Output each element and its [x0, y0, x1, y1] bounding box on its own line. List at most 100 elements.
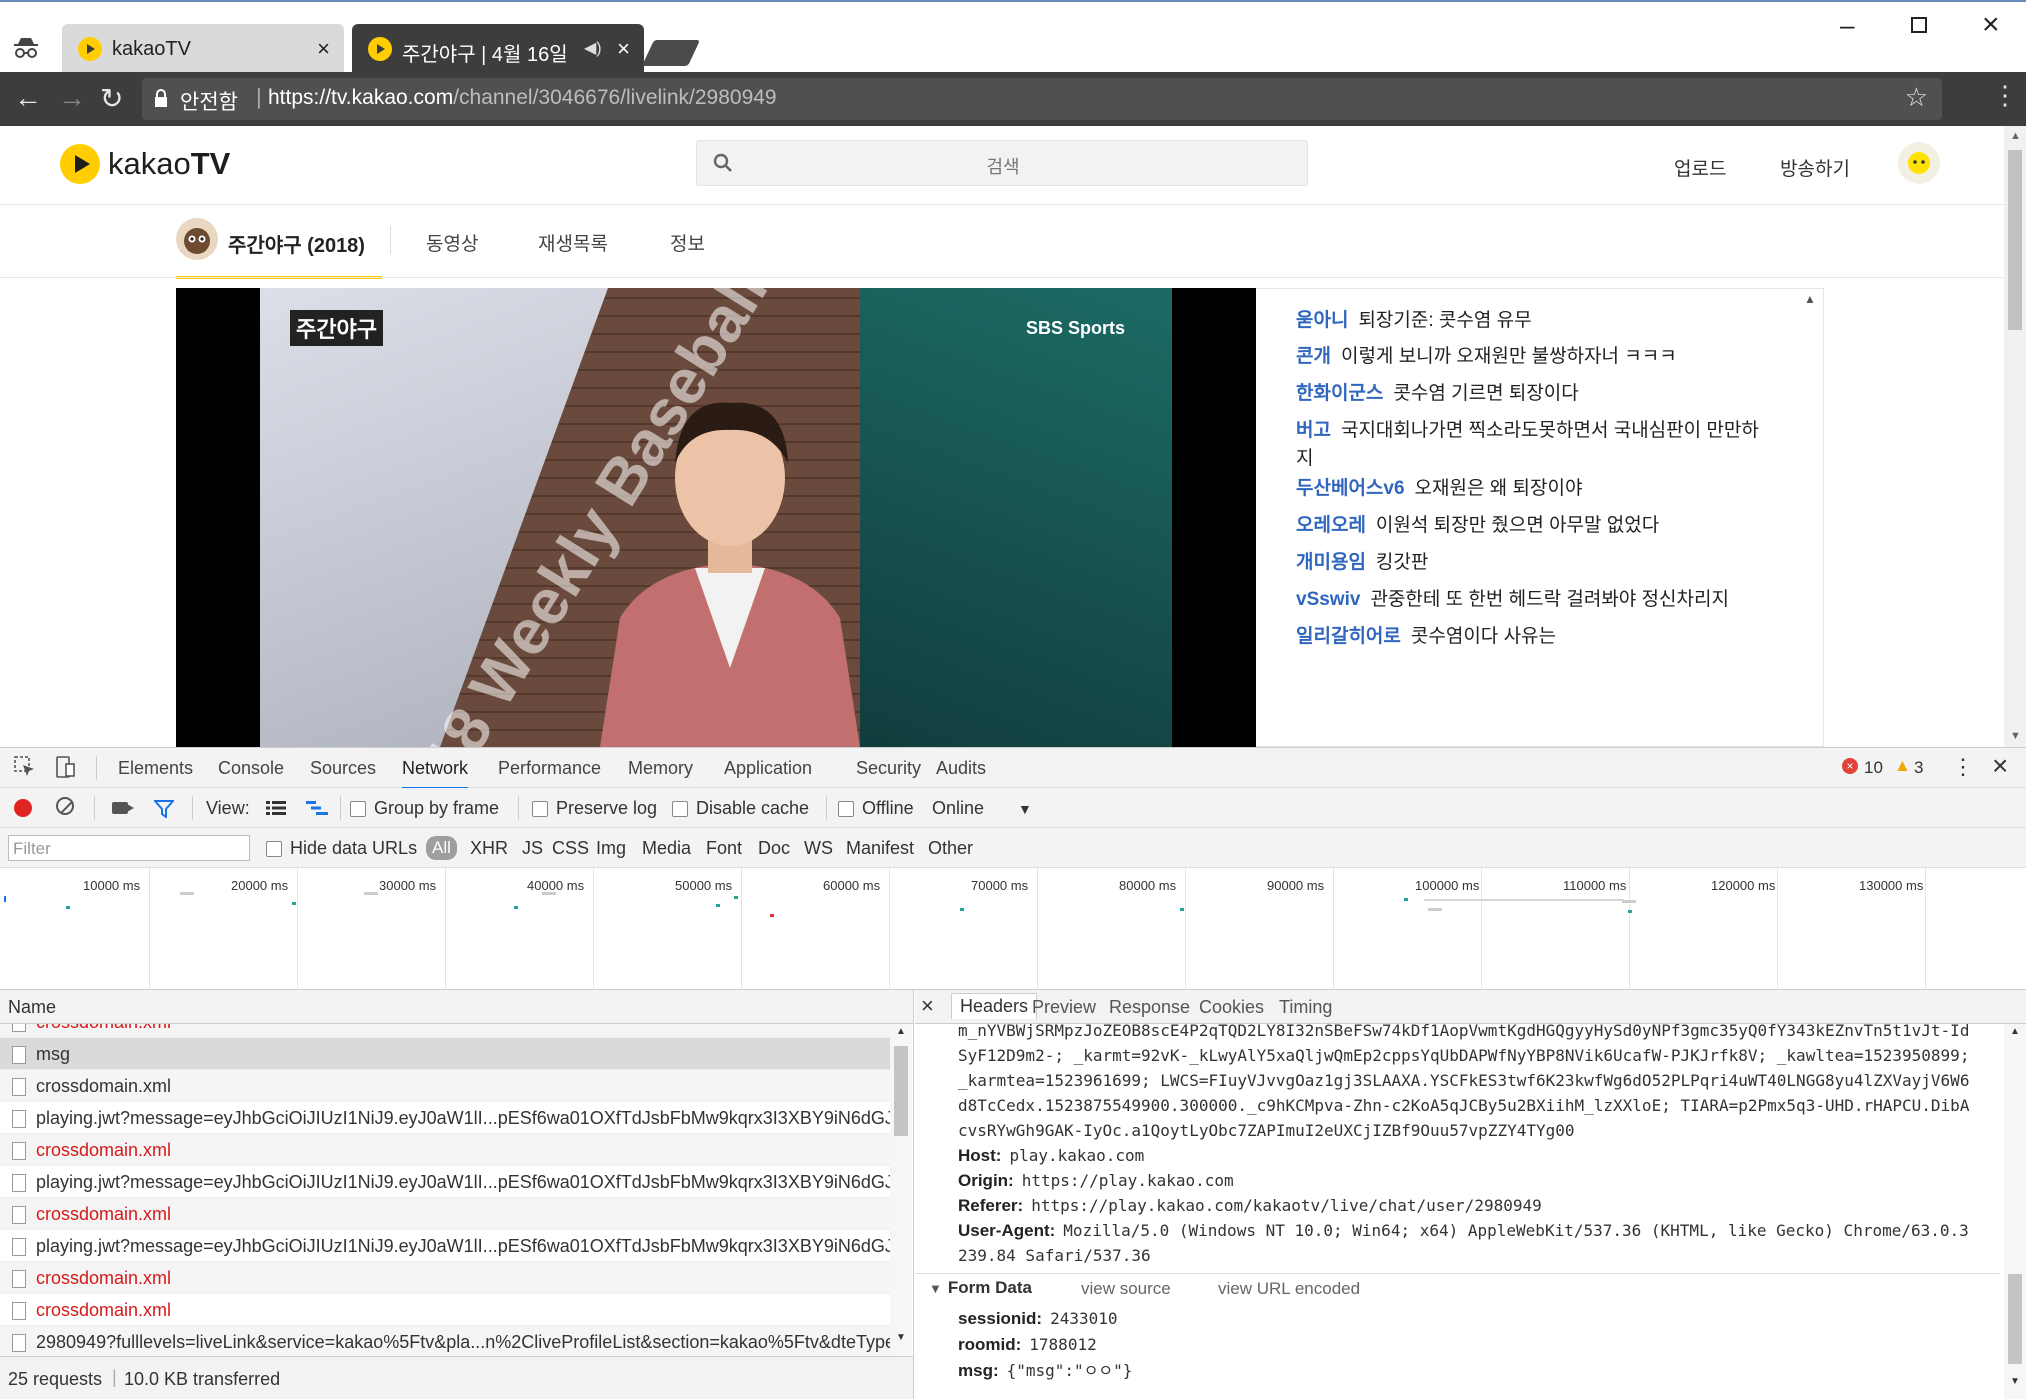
search-input[interactable]: 검색: [696, 140, 1308, 186]
chat-username[interactable]: 일리갈히어로: [1296, 626, 1401, 647]
tab-security[interactable]: Security: [856, 758, 921, 779]
close-tab-icon[interactable]: ×: [317, 36, 330, 62]
request-name[interactable]: crossdomain.xml: [36, 1024, 171, 1032]
chat-username[interactable]: vSswiv: [1296, 589, 1360, 610]
upload-link[interactable]: 업로드: [1674, 154, 1726, 181]
new-tab-button[interactable]: [641, 40, 701, 66]
filter-font[interactable]: Font: [706, 838, 742, 859]
clear-icon[interactable]: [56, 797, 74, 815]
scroll-down-arrow-icon[interactable]: ▼: [2010, 730, 2021, 742]
request-row[interactable]: playing.jwt?message=eyJhbGciOiJIUzI1NiJ9…: [0, 1102, 890, 1134]
hide-data-urls-checkbox[interactable]: Hide data URLs: [266, 838, 417, 859]
tab-memory[interactable]: Memory: [628, 758, 693, 779]
page-scrollbar[interactable]: ▲ ▼: [2004, 126, 2026, 747]
filter-css[interactable]: CSS: [552, 838, 589, 859]
browser-menu-icon[interactable]: ⋮: [1992, 80, 2018, 111]
scroll-up-arrow-icon[interactable]: ▲: [2010, 130, 2021, 142]
chat-username[interactable]: 콘개: [1296, 346, 1331, 367]
maximize-icon[interactable]: [1911, 17, 1927, 33]
video-player[interactable]: 18 Weekly Baseball 주간야구 SBS Sports: [176, 288, 1256, 747]
view-url-encoded-link[interactable]: view URL encoded: [1218, 1279, 1360, 1299]
scroll-down-arrow-icon[interactable]: ▼: [2010, 1376, 2020, 1387]
request-row[interactable]: 2980949?fulllevels=liveLink&service=kaka…: [0, 1326, 890, 1356]
preserve-log-checkbox[interactable]: Preserve log: [532, 798, 657, 819]
request-name[interactable]: crossdomain.xml: [36, 1204, 171, 1224]
details-scrollbar[interactable]: ▲ ▼: [2004, 1024, 2026, 1399]
warning-icon[interactable]: ▲: [1894, 756, 1911, 776]
chat-username[interactable]: 개미용임: [1296, 552, 1366, 573]
inspect-element-icon[interactable]: [14, 756, 36, 783]
tab-headers[interactable]: Headers: [951, 993, 1038, 1019]
chat-username[interactable]: 오레오레: [1296, 515, 1366, 536]
chat-username[interactable]: 두산베어스v6: [1296, 478, 1405, 499]
large-rows-icon[interactable]: [266, 800, 286, 821]
tab-cookies[interactable]: Cookies: [1199, 997, 1264, 1018]
requests-scrollbar[interactable]: ▲ ▼: [890, 1024, 912, 1356]
tab-timing[interactable]: Timing: [1279, 997, 1332, 1018]
filter-input[interactable]: Filter: [8, 835, 250, 861]
kakaotv-logo-text[interactable]: kakaoTV: [108, 146, 230, 182]
request-row[interactable]: crossdomain.xml: [0, 1024, 890, 1038]
request-name[interactable]: crossdomain.xml: [36, 1076, 171, 1096]
throttling-select[interactable]: Online ▼: [932, 798, 1032, 819]
tab-info[interactable]: 정보: [670, 229, 705, 256]
forward-icon[interactable]: →: [58, 82, 86, 114]
filter-js[interactable]: JS: [522, 838, 543, 859]
chat-username[interactable]: 한화이군스: [1296, 383, 1383, 404]
error-icon[interactable]: ×: [1842, 758, 1858, 774]
request-row[interactable]: crossdomain.xml: [0, 1294, 890, 1326]
offline-checkbox[interactable]: Offline: [838, 798, 914, 819]
bookmark-star-icon[interactable]: ☆: [1905, 82, 1928, 113]
waterfall-overview-icon[interactable]: [306, 800, 328, 821]
filter-xhr[interactable]: XHR: [470, 838, 508, 859]
group-by-frame-checkbox[interactable]: Group by frame: [350, 798, 499, 819]
request-name[interactable]: crossdomain.xml: [36, 1140, 171, 1160]
filter-ws[interactable]: WS: [804, 838, 833, 859]
filter-manifest[interactable]: Manifest: [846, 838, 914, 859]
speaker-icon[interactable]: ◀): [584, 38, 602, 58]
warning-count[interactable]: 3: [1914, 758, 1923, 778]
tab-preview[interactable]: Preview: [1032, 997, 1096, 1018]
devtools-menu-icon[interactable]: ⋮: [1952, 754, 1974, 780]
details-scrollbar-thumb[interactable]: [2008, 1274, 2022, 1364]
request-row[interactable]: crossdomain.xml: [0, 1198, 890, 1230]
tab-kakaotv[interactable]: kakaoTV ×: [62, 24, 344, 74]
chat-username[interactable]: 욷아니: [1296, 310, 1348, 331]
request-name[interactable]: 2980949?fulllevels=liveLink&service=kaka…: [36, 1332, 890, 1352]
request-row[interactable]: crossdomain.xml: [0, 1262, 890, 1294]
request-name[interactable]: playing.jwt?message=eyJhbGciOiJIUzI1NiJ9…: [36, 1108, 890, 1128]
scroll-up-arrow-icon[interactable]: ▲: [896, 1026, 906, 1037]
filter-all[interactable]: All: [426, 836, 457, 860]
tab-console[interactable]: Console: [218, 758, 284, 779]
filter-doc[interactable]: Doc: [758, 838, 790, 859]
request-name[interactable]: crossdomain.xml: [36, 1300, 171, 1320]
tab-performance[interactable]: Performance: [498, 758, 601, 779]
request-name[interactable]: playing.jwt?message=eyJhbGciOiJIUzI1NiJ9…: [36, 1236, 890, 1256]
chat-panel[interactable]: 욷아니 퇴장기준: 콧수염 유무 콘개 이렇게 보니까 오재원만 불쌍하자너 ㅋㅋㅋ 한…: [1256, 288, 1824, 747]
request-row[interactable]: crossdomain.xml: [0, 1134, 890, 1166]
device-toolbar-icon[interactable]: [54, 756, 76, 783]
kakaotv-logo-icon[interactable]: [60, 144, 100, 184]
channel-avatar[interactable]: [176, 218, 218, 260]
tab-network[interactable]: Network: [402, 758, 469, 789]
avatar[interactable]: [1898, 142, 1940, 184]
screenshot-camera-icon[interactable]: [112, 802, 134, 814]
filter-img[interactable]: Img: [596, 838, 626, 859]
request-row[interactable]: playing.jwt?message=eyJhbGciOiJIUzI1NiJ9…: [0, 1230, 890, 1262]
request-row[interactable]: playing.jwt?message=eyJhbGciOiJIUzI1NiJ9…: [0, 1166, 890, 1198]
minimize-icon[interactable]: –: [1840, 10, 1854, 41]
request-row[interactable]: msg: [0, 1038, 890, 1070]
close-details-icon[interactable]: ×: [921, 993, 934, 1019]
requests-scrollbar-thumb[interactable]: [894, 1046, 908, 1136]
filter-media[interactable]: Media: [642, 838, 691, 859]
broadcast-link[interactable]: 방송하기: [1780, 154, 1850, 181]
channel-name[interactable]: 주간야구 (2018): [228, 229, 365, 258]
url-bar[interactable]: 안전함 | https://tv.kakao.com/channel/30466…: [142, 78, 1942, 120]
form-data-section-header[interactable]: ▼ Form Data: [929, 1278, 1032, 1298]
error-count[interactable]: 10: [1864, 758, 1883, 778]
tab-playlists[interactable]: 재생목록: [538, 229, 608, 256]
tab-sources[interactable]: Sources: [310, 758, 376, 779]
request-row[interactable]: crossdomain.xml: [0, 1070, 890, 1102]
record-icon[interactable]: [14, 799, 32, 817]
disable-cache-checkbox[interactable]: Disable cache: [672, 798, 809, 819]
